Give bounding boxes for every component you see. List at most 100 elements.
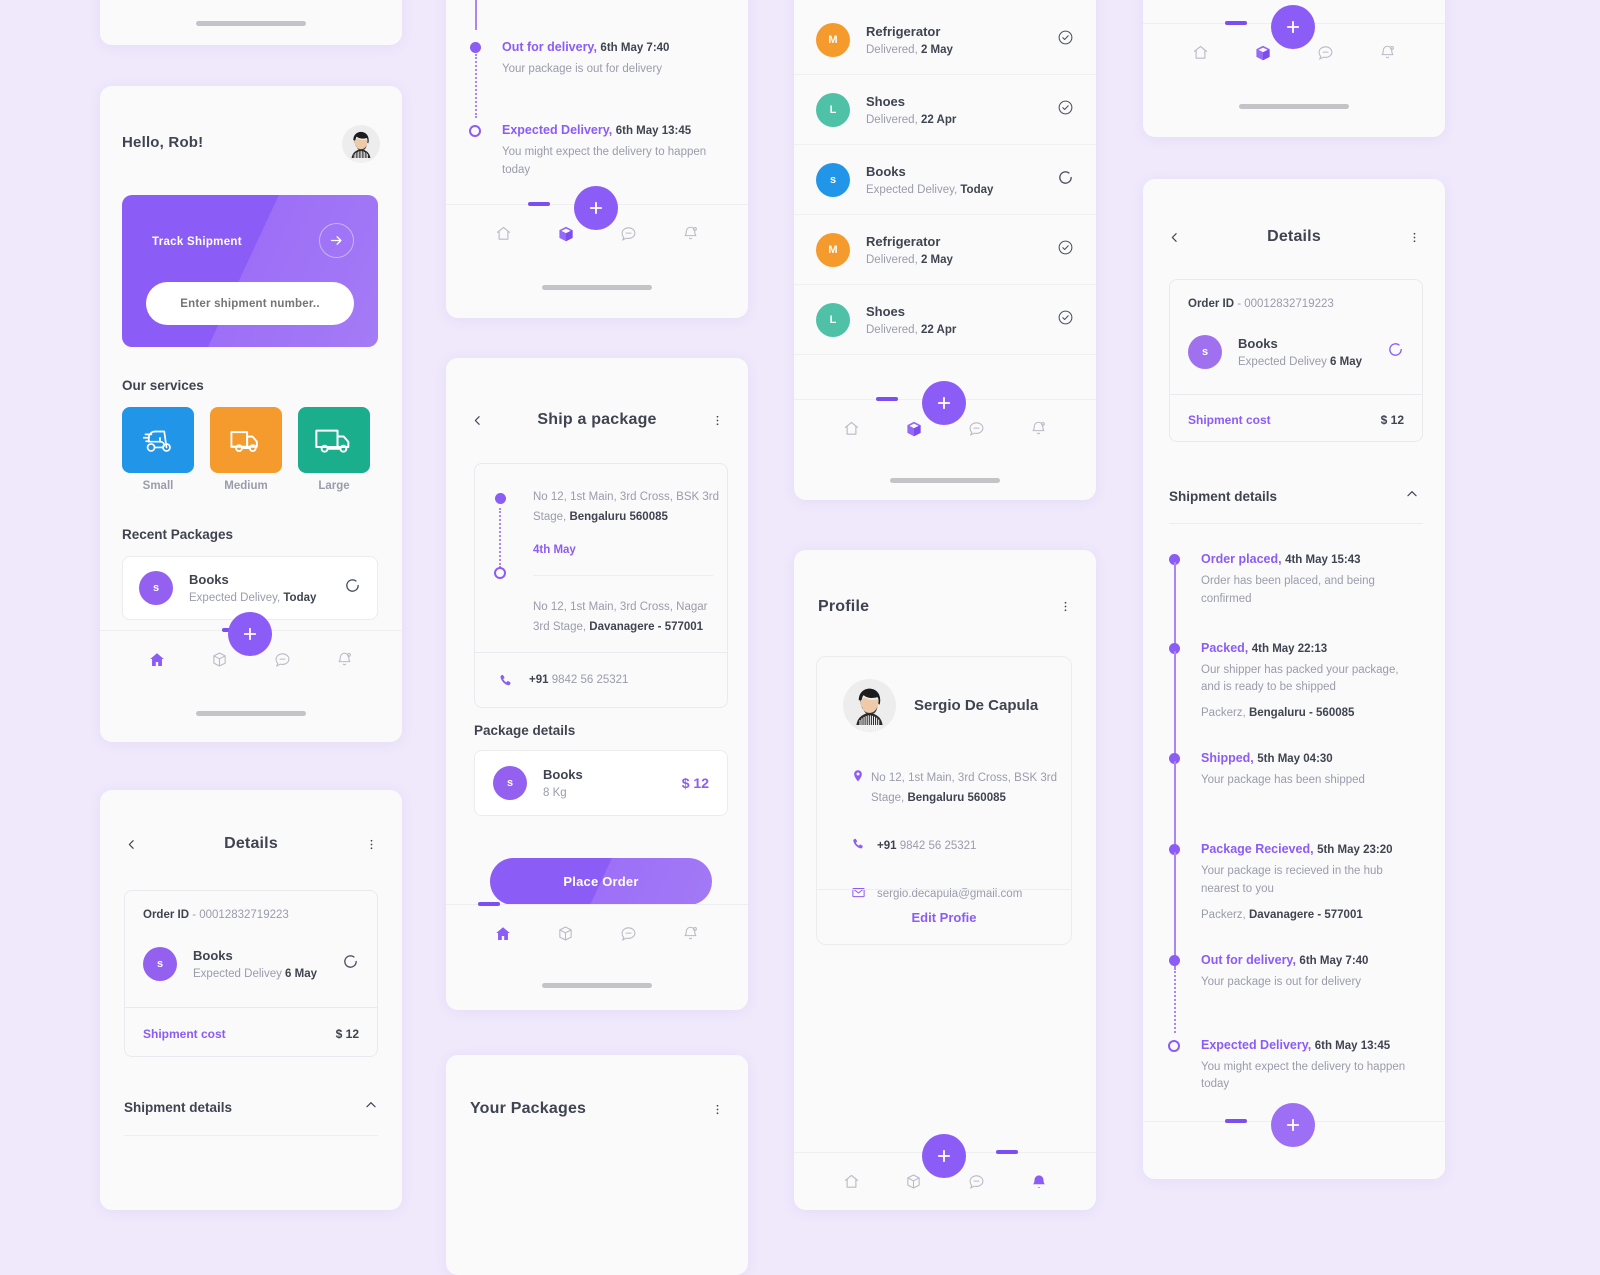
- place-order-button[interactable]: Place Order: [490, 858, 712, 905]
- home-icon[interactable]: [472, 225, 535, 242]
- bell-icon[interactable]: [1008, 420, 1071, 437]
- bell-icon[interactable]: [1357, 44, 1420, 61]
- route-line: [499, 508, 501, 568]
- shipment-details-toggle[interactable]: Shipment details: [124, 1095, 378, 1119]
- edit-profile-button[interactable]: Edit Profie: [817, 910, 1071, 925]
- timeline-title: Out for delivery, 6th May 7:40: [502, 40, 670, 54]
- shipment-details-toggle[interactable]: Shipment details: [1169, 484, 1419, 508]
- service-large[interactable]: Large: [298, 407, 370, 492]
- chat-icon[interactable]: [251, 651, 314, 668]
- order-card: Order ID - 00012832719223 s Books Expect…: [1169, 279, 1423, 442]
- bell-icon[interactable]: [660, 925, 723, 942]
- chevron-up-icon[interactable]: [364, 1098, 378, 1117]
- list-item[interactable]: L Shoes Delivered, 22 Apr: [794, 285, 1096, 355]
- shipment-cost-label: Shipment cost: [143, 1027, 226, 1041]
- more-vertical-icon[interactable]: [1405, 231, 1423, 244]
- home-indicator: [890, 478, 1000, 483]
- more-vertical-icon[interactable]: [708, 1103, 726, 1116]
- avatar[interactable]: [342, 125, 380, 163]
- chevron-left-icon[interactable]: [122, 838, 140, 851]
- profile-address: No 12, 1st Main, 3rd Cross, BSK 3rd Stag…: [845, 768, 1071, 808]
- chat-icon[interactable]: [945, 420, 1008, 437]
- profile-address-text: No 12, 1st Main, 3rd Cross, BSK 3rd Stag…: [871, 772, 1057, 805]
- phone-icon: [845, 836, 871, 851]
- track-shipment-banner[interactable]: Track Shipment: [122, 195, 378, 347]
- bell-icon[interactable]: [660, 225, 723, 242]
- home-indicator: [542, 983, 652, 988]
- service-medium[interactable]: Medium: [210, 407, 282, 492]
- timeline-desc: Our shipper has packed your package, and…: [1201, 663, 1399, 694]
- add-button[interactable]: [228, 612, 272, 656]
- service-small[interactable]: Small: [122, 407, 194, 492]
- destination-card: No 12, 1st Main, 3rd Cross, Nagar 3rd St…: [474, 583, 728, 652]
- drag-handle[interactable]: [996, 1150, 1018, 1154]
- phone-card-timeline-tail: Packerz, Davanagere - 577001 Out for del…: [446, 0, 748, 318]
- timeline-hub: Packerz, Davanagere - 577001: [1201, 908, 1363, 921]
- home-icon[interactable]: [820, 420, 883, 437]
- bottom-nav[interactable]: [446, 904, 748, 962]
- phone-card-row: +91 9842 56 25321: [474, 652, 728, 708]
- home-icon[interactable]: [1169, 44, 1232, 61]
- list-item[interactable]: L Shoes Delivered, 22 Apr: [794, 75, 1096, 145]
- bottom-nav[interactable]: [100, 0, 402, 3]
- drag-handle[interactable]: [1225, 1119, 1247, 1123]
- arrow-right-icon[interactable]: [319, 223, 354, 258]
- package-icon[interactable]: [535, 925, 598, 942]
- chevron-left-icon[interactable]: [1165, 231, 1183, 244]
- more-vertical-icon[interactable]: [1056, 600, 1074, 613]
- more-vertical-icon[interactable]: [708, 414, 726, 427]
- chat-icon[interactable]: [597, 225, 660, 242]
- home-icon[interactable]: [472, 925, 535, 943]
- package-name: Books: [193, 948, 233, 963]
- list-item[interactable]: s Books Expected Delivey, Today: [794, 145, 1096, 215]
- list-item[interactable]: M Refrigerator Delivered, 2 May: [794, 5, 1096, 75]
- home-icon[interactable]: [126, 651, 189, 669]
- order-item: s Books Expected Delivey 6 May: [125, 921, 377, 1007]
- drag-handle[interactable]: [876, 397, 898, 401]
- timeline-title: Packed, 4th May 22:13: [1201, 640, 1328, 655]
- address-card: No 12, 1st Main, 3rd Cross, BSK 3rd Stag…: [474, 463, 728, 583]
- timeline-line-dotted: [475, 54, 477, 118]
- bell-icon[interactable]: [1008, 1173, 1071, 1191]
- list-item[interactable]: M Refrigerator Delivered, 2 May: [794, 215, 1096, 285]
- profile-card: Sergio De Capula No 12, 1st Main, 3rd Cr…: [816, 656, 1072, 945]
- package-list: M Refrigerator Delivered, 2 May L Shoes …: [794, 5, 1096, 355]
- mail-icon: [845, 884, 871, 900]
- drag-handle[interactable]: [1225, 21, 1247, 25]
- search-input[interactable]: [146, 282, 354, 325]
- drag-handle[interactable]: [478, 902, 500, 906]
- package-status: Delivered, 22 Apr: [866, 323, 957, 336]
- home-indicator: [542, 285, 652, 290]
- chat-icon[interactable]: [1294, 44, 1357, 61]
- chevron-up-icon[interactable]: [1405, 487, 1419, 506]
- timeline-line-dotted: [1174, 966, 1176, 1033]
- chat-icon[interactable]: [597, 925, 660, 942]
- shipment-timeline: Order placed, 4th May 15:43 Order has be…: [1168, 552, 1423, 1094]
- more-vertical-icon[interactable]: [362, 838, 380, 851]
- bell-icon[interactable]: [314, 651, 377, 668]
- phone-icon: [493, 673, 517, 688]
- home-icon[interactable]: [820, 1173, 883, 1190]
- profile-phone-text: +91 9842 56 25321: [877, 840, 977, 853]
- timeline-dot: [470, 42, 481, 53]
- timeline-desc: You might expect the delivery to happen …: [1201, 1060, 1406, 1091]
- timeline-item: Packed, 4th May 22:13 Our shipper has pa…: [1169, 640, 1423, 769]
- add-button[interactable]: [574, 186, 618, 230]
- package-name: Books: [866, 163, 906, 179]
- package-item[interactable]: s Books 8 Kg $ 12: [474, 750, 728, 816]
- shipment-cost-row: Shipment cost $ 12: [1170, 394, 1422, 444]
- phone-number: +91 9842 56 25321: [529, 674, 629, 686]
- chevron-left-icon[interactable]: [468, 414, 486, 427]
- add-button[interactable]: [1271, 5, 1315, 49]
- add-button[interactable]: [1271, 1103, 1315, 1147]
- list-item[interactable]: s Books Expected Delivey, Today: [122, 556, 378, 620]
- check-circle-icon: [1057, 29, 1074, 51]
- phone-card-details-expanded: Details Order ID - 00012832719223 s Book…: [1143, 179, 1445, 1179]
- timeline-line: [1174, 761, 1176, 850]
- timeline-line: [1174, 562, 1176, 650]
- drag-handle[interactable]: [528, 202, 550, 206]
- divider: [124, 1135, 378, 1136]
- add-button[interactable]: [922, 1134, 966, 1178]
- add-button[interactable]: [922, 381, 966, 425]
- chat-icon[interactable]: [945, 1173, 1008, 1190]
